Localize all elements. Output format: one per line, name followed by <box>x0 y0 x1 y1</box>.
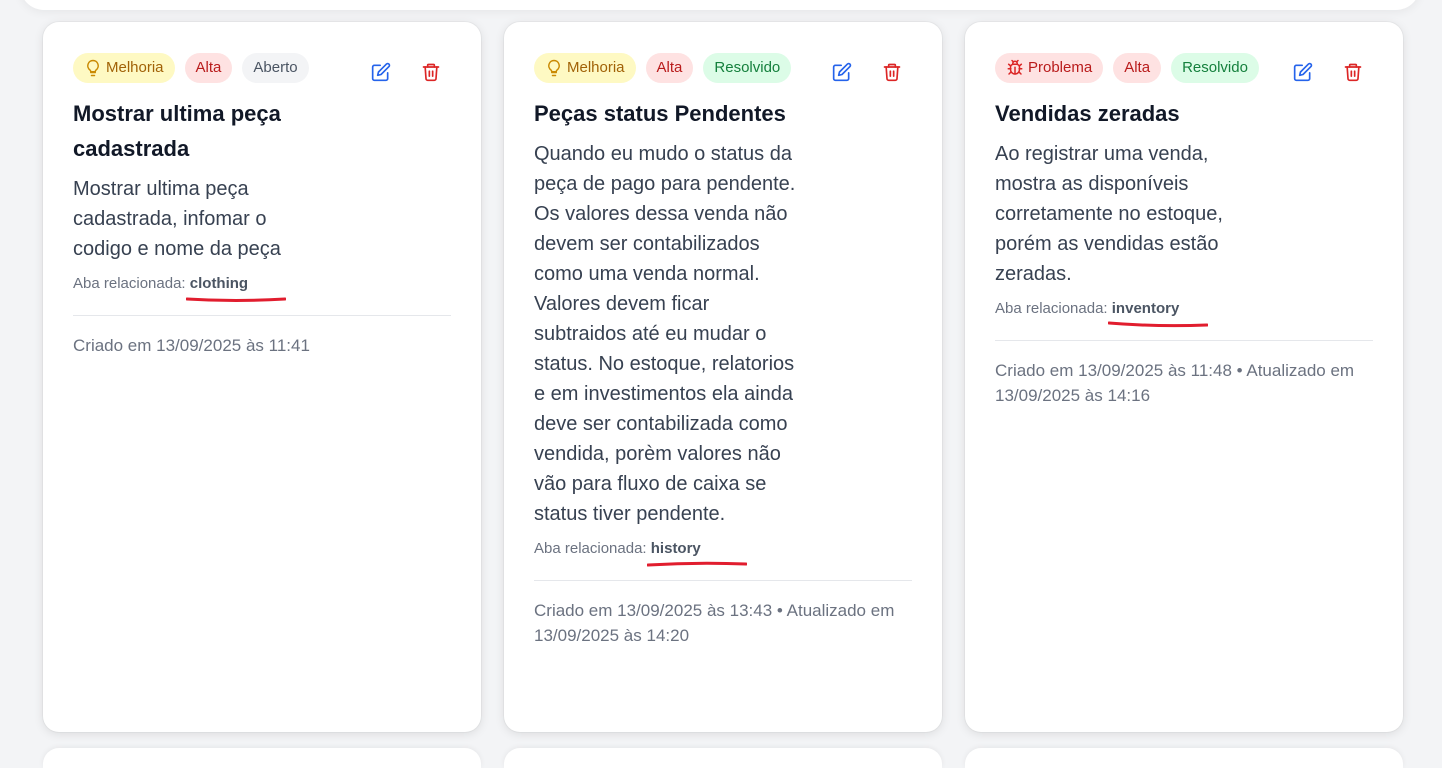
related-tab-name: clothing <box>185 275 286 302</box>
related-prefix: Aba relacionada: <box>534 540 647 557</box>
status-badge: Resolvido <box>703 53 792 83</box>
edit-button[interactable] <box>371 62 391 82</box>
card-description: Ao registrar uma venda, mostra as dispon… <box>995 143 1223 285</box>
next-card-edge <box>965 748 1403 768</box>
edit-icon <box>1293 62 1313 82</box>
feedback-card: Melhoria Alta Resolvido Peças status Pen… <box>504 22 942 732</box>
status-badge: Aberto <box>242 53 309 83</box>
annotation-underline <box>185 297 286 302</box>
card-description: Quando eu mudo o status da peça de pago … <box>534 143 796 525</box>
annotation-underline <box>1107 321 1208 328</box>
type-badge: Problema <box>995 53 1104 83</box>
trash-icon <box>1343 62 1363 82</box>
lightbulb-icon <box>545 59 563 77</box>
lightbulb-icon <box>84 59 102 77</box>
header-bar <box>20 0 1420 10</box>
card-title: Mostrar ultima peça cadastrada <box>73 101 281 161</box>
card-title: Peças status Pendentes <box>534 101 786 126</box>
divider <box>73 315 451 316</box>
related-prefix: Aba relacionada: <box>73 275 186 292</box>
related-tab-line: Aba relacionada: clothing <box>73 274 451 302</box>
card-actions <box>832 62 902 82</box>
card-title: Vendidas zeradas <box>995 101 1180 126</box>
delete-button[interactable] <box>882 62 902 82</box>
trash-icon <box>421 62 441 82</box>
next-card-edge <box>504 748 942 768</box>
type-label: Melhoria <box>106 59 164 76</box>
edit-button[interactable] <box>832 62 852 82</box>
feedback-card: Melhoria Alta Aberto Mostrar ultima peça… <box>43 22 481 732</box>
feedback-card: Problema Alta Resolvido Vendidas zeradas… <box>965 22 1403 732</box>
divider <box>995 340 1373 341</box>
annotation-underline <box>646 561 747 567</box>
divider <box>534 580 912 581</box>
next-card-edge <box>43 748 481 768</box>
card-timestamps: Criado em 13/09/2025 às 11:48 • Atualiza… <box>995 361 1355 405</box>
priority-badge: Alta <box>184 53 233 83</box>
delete-button[interactable] <box>1343 62 1363 82</box>
card-actions <box>371 62 441 82</box>
related-tab-name: inventory <box>1107 300 1208 328</box>
card-timestamps: Criado em 13/09/2025 às 13:43 • Atualiza… <box>534 601 895 645</box>
delete-button[interactable] <box>421 62 441 82</box>
related-tab-line: Aba relacionada: history <box>534 539 912 567</box>
card-description: Mostrar ultima peça cadastrada, infomar … <box>73 178 281 260</box>
card-actions <box>1293 62 1363 82</box>
edit-button[interactable] <box>1293 62 1313 82</box>
status-badge: Resolvido <box>1171 53 1259 83</box>
bug-icon <box>1006 59 1024 77</box>
type-badge: Melhoria <box>534 53 636 83</box>
edit-icon <box>832 62 852 82</box>
type-label: Melhoria <box>567 59 625 76</box>
priority-badge: Alta <box>645 53 694 83</box>
card-timestamps: Criado em 13/09/2025 às 11:41 <box>73 336 310 355</box>
type-label: Problema <box>1028 59 1093 76</box>
type-badge: Melhoria <box>73 53 175 83</box>
related-tab-name: history <box>646 540 747 567</box>
trash-icon <box>882 62 902 82</box>
related-prefix: Aba relacionada: <box>995 300 1108 317</box>
related-tab-line: Aba relacionada: inventory <box>995 299 1373 328</box>
edit-icon <box>371 62 391 82</box>
priority-badge: Alta <box>1113 53 1162 83</box>
